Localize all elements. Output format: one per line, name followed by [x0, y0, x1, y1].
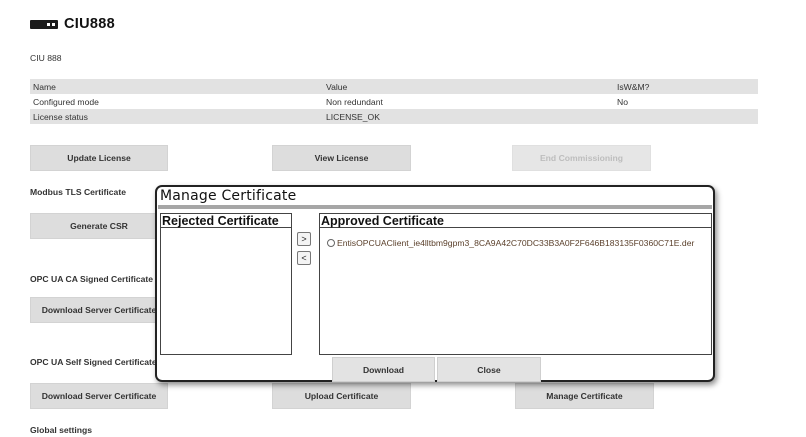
move-to-approved-button[interactable]: > [297, 232, 311, 246]
download-button[interactable]: Download [332, 357, 435, 382]
dialog-title: Manage Certificate [160, 188, 297, 204]
rejected-certificate-list[interactable]: Rejected Certificate [160, 213, 292, 355]
approved-certificate-list[interactable]: Approved Certificate EntisOPCUAClient_ie… [319, 213, 712, 355]
radio-button[interactable] [327, 239, 335, 247]
move-to-rejected-button[interactable]: < [297, 251, 311, 265]
list-item[interactable]: EntisOPCUAClient_ie4lltbm9gpm3_8CA9A42C7… [327, 238, 694, 248]
close-button[interactable]: Close [437, 357, 541, 382]
rejected-list-header: Rejected Certificate [161, 214, 291, 228]
certificate-filename: EntisOPCUAClient_ie4lltbm9gpm3_8CA9A42C7… [337, 238, 695, 248]
manage-certificate-dialog: Manage Certificate Rejected Certificate … [155, 185, 715, 382]
dialog-title-divider [158, 205, 712, 209]
approved-list-header: Approved Certificate [320, 214, 711, 228]
